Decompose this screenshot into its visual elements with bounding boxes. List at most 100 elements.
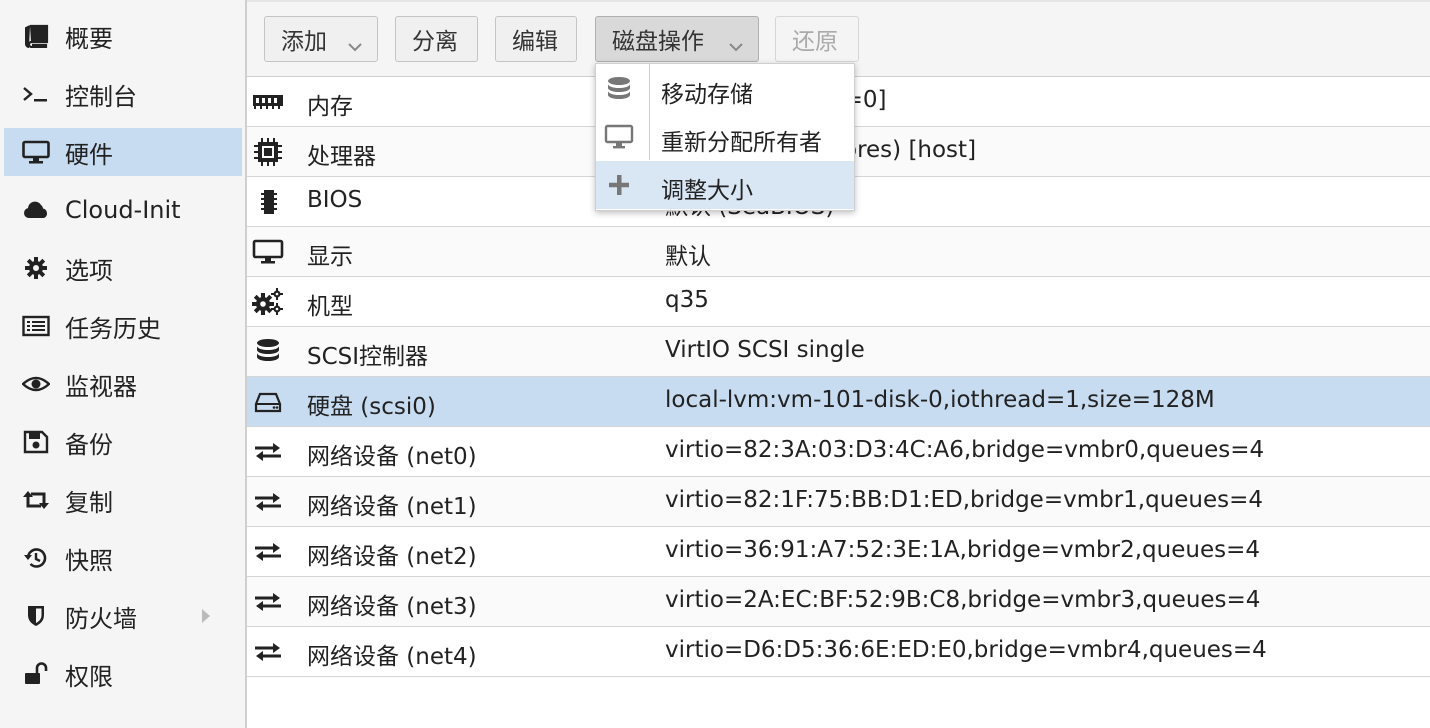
- detach-button[interactable]: 分离: [395, 16, 478, 62]
- list-icon: [22, 314, 50, 338]
- menu-item-resize[interactable]: 调整大小: [596, 161, 854, 209]
- add-button-label: 添加: [281, 29, 327, 55]
- table-row[interactable]: 机型 q35: [247, 277, 1430, 327]
- hdd-icon: [252, 388, 284, 416]
- cloud-icon: [22, 198, 50, 222]
- revert-button-label: 还原: [792, 29, 838, 55]
- edit-button-label: 编辑: [512, 29, 558, 55]
- row-key: SCSI控制器: [307, 344, 429, 370]
- sidebar-item-firewall[interactable]: 防火墙: [4, 592, 242, 640]
- eye-icon: [21, 372, 51, 396]
- disk-action-button[interactable]: 磁盘操作: [595, 16, 759, 62]
- table-row[interactable]: 网络设备 (net4) virtio=D6:D5:36:6E:ED:E0,bri…: [247, 627, 1430, 677]
- sidebar-item-monitor[interactable]: 监视器: [4, 360, 242, 408]
- chevron-down-icon: [347, 33, 363, 52]
- desktop-icon: [604, 123, 634, 151]
- plus-icon: [604, 171, 634, 199]
- sidebar-item-permissions[interactable]: 权限: [4, 650, 242, 698]
- row-key: 网络设备 (net2): [307, 544, 477, 570]
- disk-action-menu: 移动存储 重新分配所有者 调整大小: [595, 63, 855, 211]
- edit-button[interactable]: 编辑: [495, 16, 577, 62]
- table-row[interactable]: 网络设备 (net2) virtio=36:91:A7:52:3E:1A,bri…: [247, 527, 1430, 577]
- row-key: 硬盘 (scsi0): [307, 394, 436, 420]
- book-icon: [22, 24, 50, 49]
- row-key: 网络设备 (net3): [307, 594, 477, 620]
- menu-item-label: 移动存储: [661, 82, 753, 108]
- row-key: BIOS: [307, 187, 363, 213]
- sidebar-item-label: 概要: [65, 24, 113, 53]
- row-value: virtio=D6:D5:36:6E:ED:E0,bridge=vmbr4,qu…: [665, 637, 1267, 663]
- cogs-icon: [252, 288, 284, 316]
- row-value: q35: [665, 287, 709, 313]
- row-key: 显示: [307, 244, 353, 270]
- table-row-selected[interactable]: 硬盘 (scsi0) local-lvm:vm-101-disk-0,iothr…: [247, 377, 1430, 427]
- menu-item-label: 调整大小: [661, 178, 753, 204]
- monitor-icon: [22, 140, 50, 164]
- sidebar-item-snapshot[interactable]: 快照: [4, 534, 242, 582]
- menu-item-reassign-owner[interactable]: 重新分配所有者: [596, 113, 854, 161]
- database-icon: [252, 338, 284, 366]
- row-key: 处理器: [307, 144, 376, 170]
- sidebar-item-label: 任务历史: [65, 314, 161, 343]
- exchange-icon: [252, 538, 284, 566]
- sidebar-item-label: 控制台: [65, 82, 137, 111]
- sidebar-item-label: Cloud-Init: [65, 196, 181, 224]
- sidebar-item-hardware[interactable]: 硬件: [4, 128, 242, 176]
- sidebar-item-backup[interactable]: 备份: [4, 418, 242, 466]
- row-value: virtio=36:91:A7:52:3E:1A,bridge=vmbr2,qu…: [665, 537, 1260, 563]
- sidebar-item-label: 复制: [65, 488, 113, 517]
- table-row[interactable]: 网络设备 (net1) virtio=82:1F:75:BB:D1:ED,bri…: [247, 477, 1430, 527]
- menu-item-label: 重新分配所有者: [661, 130, 822, 156]
- row-value: local-lvm:vm-101-disk-0,iothread=1,size=…: [665, 387, 1215, 413]
- table-row[interactable]: 显示 默认: [247, 227, 1430, 277]
- cpu-icon: [252, 138, 284, 166]
- exchange-icon: [252, 588, 284, 616]
- sidebar-item-label: 选项: [65, 256, 113, 285]
- retweet-icon: [22, 488, 50, 512]
- row-value: 默认: [665, 244, 711, 270]
- sidebar-item-label: 防火墙: [65, 604, 137, 633]
- table-row[interactable]: 网络设备 (net3) virtio=2A:EC:BF:52:9B:C8,bri…: [247, 577, 1430, 627]
- row-value: virtio=82:3A:03:D3:4C:A6,bridge=vmbr0,qu…: [665, 437, 1265, 463]
- sidebar-item-label: 硬件: [65, 140, 113, 169]
- sidebar-item-options[interactable]: 选项: [4, 244, 242, 292]
- table-row[interactable]: SCSI控制器 VirtIO SCSI single: [247, 327, 1430, 377]
- expand-arrow-icon[interactable]: [199, 607, 213, 625]
- exchange-icon: [252, 488, 284, 516]
- exchange-icon: [252, 438, 284, 466]
- detach-button-label: 分离: [412, 29, 458, 55]
- exchange-icon: [252, 638, 284, 666]
- row-value: virtio=2A:EC:BF:52:9B:C8,bridge=vmbr3,qu…: [665, 587, 1261, 613]
- sidebar-item-label: 权限: [65, 662, 113, 691]
- floppy-icon: [22, 430, 50, 454]
- memory-icon: [252, 88, 284, 116]
- table-row[interactable]: 网络设备 (net0) virtio=82:3A:03:D3:4C:A6,bri…: [247, 427, 1430, 477]
- disk-action-button-label: 磁盘操作: [612, 29, 704, 55]
- sidebar-item-label: 监视器: [65, 372, 137, 401]
- database-icon: [604, 75, 634, 103]
- sidebar-item-cloud-init[interactable]: Cloud-Init: [4, 186, 242, 234]
- sidebar-item-replication[interactable]: 复制: [4, 476, 242, 524]
- row-value: ores) [host]: [843, 137, 977, 163]
- shield-icon: [22, 604, 50, 628]
- sidebar-item-summary[interactable]: 概要: [4, 12, 242, 60]
- row-key: 内存: [307, 94, 353, 120]
- chevron-down-icon: [728, 33, 744, 52]
- add-button[interactable]: 添加: [264, 16, 378, 62]
- sidebar-item-label: 快照: [65, 546, 113, 575]
- gear-icon: [22, 256, 50, 280]
- row-key: 网络设备 (net1): [307, 494, 477, 520]
- menu-item-move-storage[interactable]: 移动存储: [596, 65, 854, 113]
- chip-icon: [252, 188, 284, 216]
- display-icon: [252, 238, 284, 266]
- row-key: 机型: [307, 294, 353, 320]
- sidebar-item-console[interactable]: 控制台: [4, 70, 242, 118]
- row-key: 网络设备 (net0): [307, 444, 477, 470]
- unlock-icon: [22, 662, 50, 686]
- row-value: VirtIO SCSI single: [665, 337, 865, 363]
- sidebar: 概要 控制台 硬件 Cloud-Init 选项 任务历史 监视器 备份 复制 快…: [0, 0, 247, 728]
- terminal-icon: [22, 82, 50, 106]
- sidebar-item-label: 备份: [65, 430, 113, 459]
- sidebar-item-task-history[interactable]: 任务历史: [4, 302, 242, 350]
- revert-button[interactable]: 还原: [775, 16, 859, 62]
